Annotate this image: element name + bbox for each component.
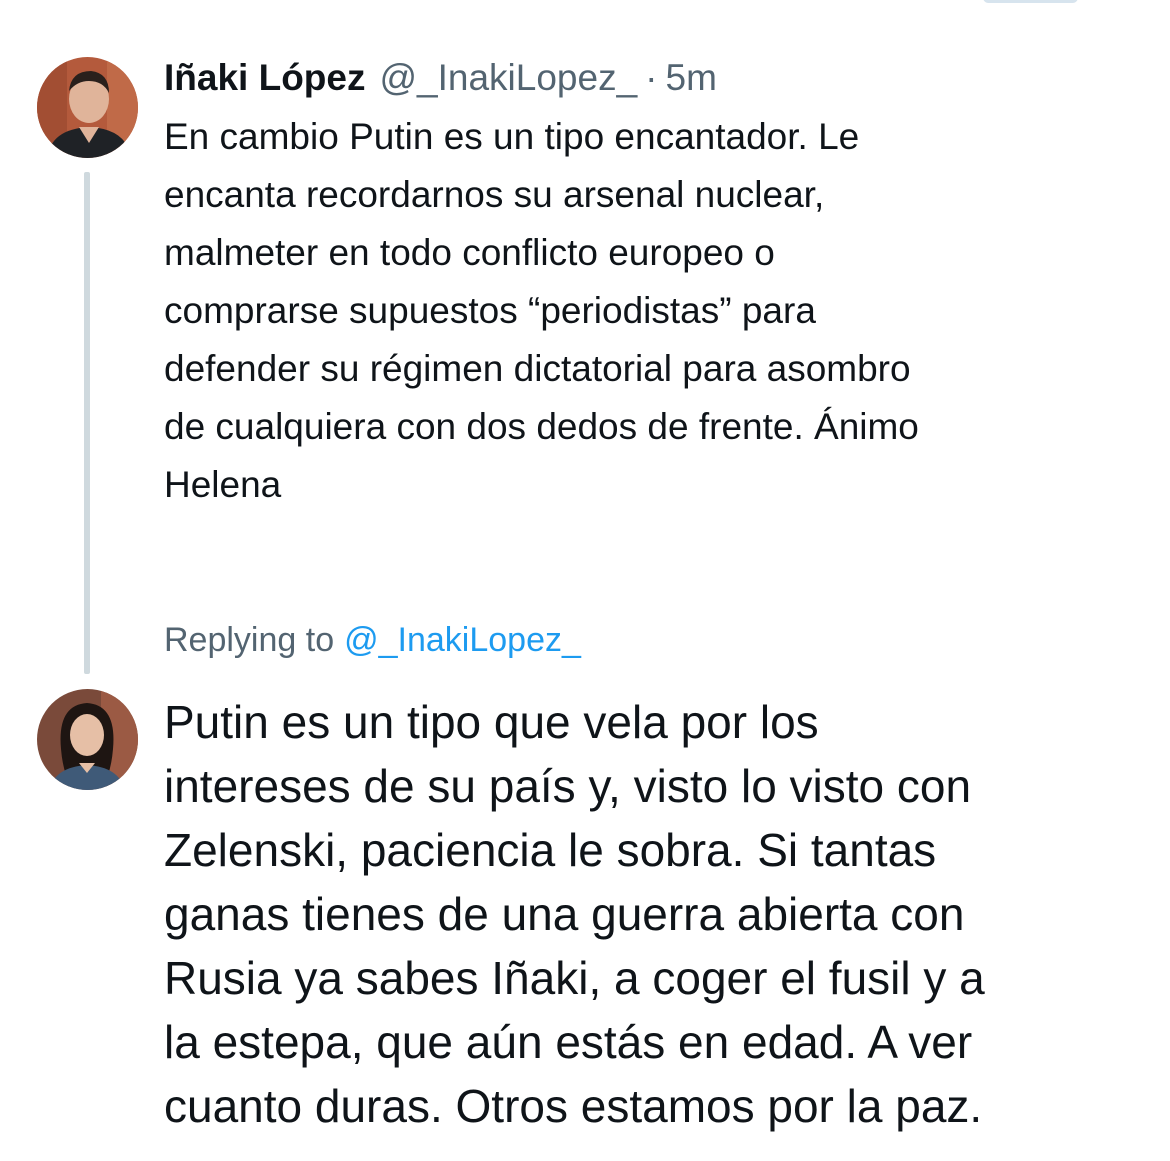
profile-photo-woman-icon (37, 689, 138, 790)
replying-to-line: Replying to @_InakiLopez_ (164, 614, 581, 666)
reply-author-avatar[interactable] (37, 689, 138, 790)
reply-tweet-text: Putin es un tipo que vela por los intere… (164, 696, 985, 1132)
tweet-timestamp[interactable]: 5m (666, 57, 717, 99)
author-name[interactable]: Iñaki López (164, 57, 365, 99)
author-handle[interactable]: @_InakiLopez_ (379, 57, 637, 99)
replying-to-handle-link[interactable]: @_InakiLopez_ (344, 621, 581, 660)
profile-photo-man-icon (37, 57, 138, 158)
tweet-header: Iñaki López @_InakiLopez_ · 5m (164, 52, 717, 104)
top-partial-button (983, 0, 1078, 3)
thread-connector-line (84, 172, 90, 674)
replying-to-label: Replying to (164, 620, 335, 659)
author-avatar[interactable] (37, 57, 138, 158)
separator-dot: · (645, 57, 658, 98)
original-tweet-text: En cambio Putin es un tipo encantador. L… (164, 116, 919, 505)
